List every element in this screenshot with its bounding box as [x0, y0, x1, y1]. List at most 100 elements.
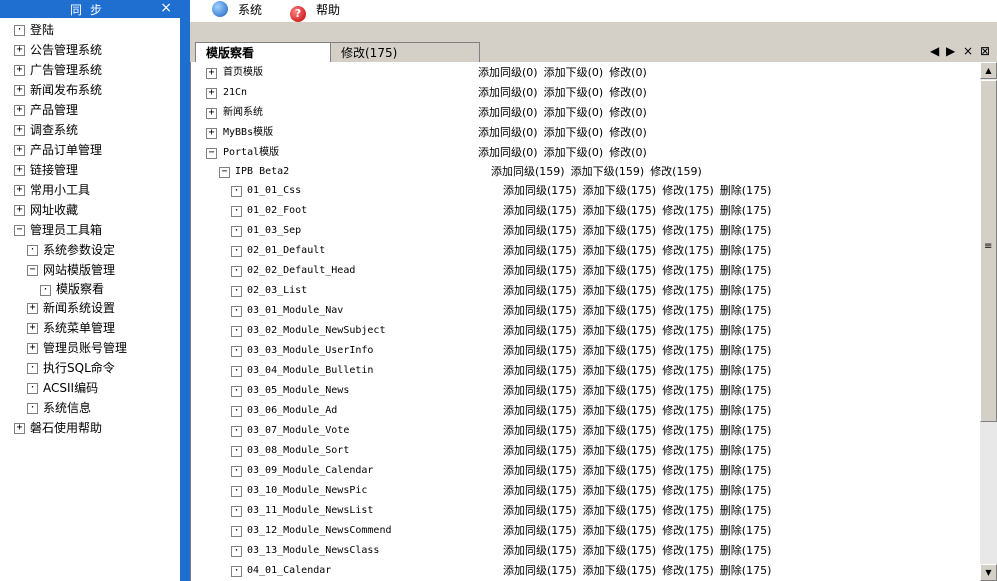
- expand-icon[interactable]: +: [14, 423, 25, 434]
- edit-link[interactable]: 修改(175): [662, 404, 714, 417]
- add-sibling-link[interactable]: 添加同级(175): [503, 484, 577, 497]
- delete-link[interactable]: 删除(175): [720, 564, 772, 577]
- template-name[interactable]: 03_13_Module_NewsClass: [247, 541, 379, 561]
- add-sibling-link[interactable]: 添加同级(175): [503, 264, 577, 277]
- add-child-link[interactable]: 添加下级(175): [583, 364, 657, 377]
- delete-link[interactable]: 删除(175): [720, 304, 772, 317]
- leaf-icon[interactable]: ·: [231, 266, 242, 277]
- template-name[interactable]: IPB Beta2: [235, 163, 289, 181]
- delete-link[interactable]: 删除(175): [720, 404, 772, 417]
- leaf-icon[interactable]: ·: [231, 546, 242, 557]
- leaf-icon[interactable]: ·: [231, 186, 242, 197]
- leaf-icon[interactable]: ·: [231, 526, 242, 537]
- delete-link[interactable]: 删除(175): [720, 244, 772, 257]
- add-sibling-link[interactable]: 添加同级(0): [478, 106, 538, 119]
- add-sibling-link[interactable]: 添加同级(175): [503, 464, 577, 477]
- template-name[interactable]: 03_07_Module_Vote: [247, 421, 349, 441]
- add-child-link[interactable]: 添加下级(175): [583, 464, 657, 477]
- edit-link[interactable]: 修改(175): [662, 184, 714, 197]
- edit-link[interactable]: 修改(175): [662, 344, 714, 357]
- collapse-icon[interactable]: −: [206, 148, 217, 159]
- add-sibling-link[interactable]: 添加同级(175): [503, 384, 577, 397]
- delete-link[interactable]: 删除(175): [720, 184, 772, 197]
- sidebar-item[interactable]: − 管理员工具箱: [0, 220, 180, 240]
- template-name[interactable]: 03_12_Module_NewsCommend: [247, 521, 392, 541]
- add-child-link[interactable]: 添加下级(0): [544, 106, 604, 119]
- template-name[interactable]: 01_03_Sep: [247, 221, 301, 241]
- add-sibling-link[interactable]: 添加同级(175): [503, 304, 577, 317]
- delete-link[interactable]: 删除(175): [720, 464, 772, 477]
- sidebar-item[interactable]: · 系统信息: [0, 398, 180, 418]
- delete-link[interactable]: 删除(175): [720, 344, 772, 357]
- add-sibling-link[interactable]: 添加同级(175): [503, 444, 577, 457]
- leaf-icon[interactable]: ·: [231, 426, 242, 437]
- delete-link[interactable]: 删除(175): [720, 424, 772, 437]
- add-child-link[interactable]: 添加下级(175): [583, 224, 657, 237]
- sidebar-item[interactable]: + 系统菜单管理: [0, 318, 180, 338]
- add-sibling-link[interactable]: 添加同级(0): [478, 86, 538, 99]
- template-name[interactable]: 21Cn: [223, 83, 247, 103]
- sidebar-item[interactable]: + 常用小工具: [0, 180, 180, 200]
- leaf-icon[interactable]: ·: [14, 25, 25, 36]
- leaf-icon[interactable]: ·: [231, 446, 242, 457]
- add-sibling-link[interactable]: 添加同级(175): [503, 344, 577, 357]
- scroll-down-button[interactable]: ▼: [980, 564, 997, 581]
- delete-link[interactable]: 删除(175): [720, 284, 772, 297]
- add-sibling-link[interactable]: 添加同级(175): [503, 524, 577, 537]
- collapse-icon[interactable]: −: [27, 265, 38, 276]
- edit-link[interactable]: 修改(0): [609, 126, 647, 139]
- tab-close-all-icon[interactable]: ⊠: [980, 44, 990, 58]
- edit-link[interactable]: 修改(175): [662, 504, 714, 517]
- template-name[interactable]: 04_01_Calendar: [247, 561, 331, 581]
- leaf-icon[interactable]: ·: [27, 383, 38, 394]
- edit-link[interactable]: 修改(175): [662, 444, 714, 457]
- expand-icon[interactable]: +: [14, 45, 25, 56]
- scroll-thumb[interactable]: ≡: [980, 80, 997, 422]
- add-child-link[interactable]: 添加下级(175): [583, 404, 657, 417]
- template-name[interactable]: 03_11_Module_NewsList: [247, 501, 373, 521]
- add-child-link[interactable]: 添加下级(0): [544, 86, 604, 99]
- delete-link[interactable]: 删除(175): [720, 204, 772, 217]
- edit-link[interactable]: 修改(0): [609, 146, 647, 159]
- splitter[interactable]: [180, 0, 190, 581]
- template-name[interactable]: 03_08_Module_Sort: [247, 441, 349, 461]
- leaf-icon[interactable]: ·: [231, 346, 242, 357]
- expand-icon[interactable]: +: [14, 205, 25, 216]
- collapse-icon[interactable]: −: [14, 225, 25, 236]
- add-child-link[interactable]: 添加下级(0): [544, 146, 604, 159]
- edit-link[interactable]: 修改(0): [609, 66, 647, 79]
- tab-close-icon[interactable]: ×: [963, 44, 973, 58]
- add-sibling-link[interactable]: 添加同级(175): [503, 564, 577, 577]
- expand-icon[interactable]: +: [27, 323, 38, 334]
- add-sibling-link[interactable]: 添加同级(159): [491, 165, 565, 178]
- leaf-icon[interactable]: ·: [231, 306, 242, 317]
- leaf-icon[interactable]: ·: [231, 366, 242, 377]
- tab-template-view[interactable]: 模版察看: [195, 42, 332, 63]
- template-name[interactable]: 02_01_Default: [247, 241, 325, 261]
- template-name[interactable]: 03_03_Module_UserInfo: [247, 341, 373, 361]
- add-sibling-link[interactable]: 添加同级(0): [478, 146, 538, 159]
- template-name[interactable]: MyBBs模版: [223, 123, 273, 143]
- add-sibling-link[interactable]: 添加同级(175): [503, 364, 577, 377]
- add-child-link[interactable]: 添加下级(175): [583, 564, 657, 577]
- template-name[interactable]: 03_01_Module_Nav: [247, 301, 343, 321]
- add-child-link[interactable]: 添加下级(175): [583, 324, 657, 337]
- expand-icon[interactable]: +: [14, 65, 25, 76]
- add-sibling-link[interactable]: 添加同级(175): [503, 504, 577, 517]
- tab-prev-icon[interactable]: ◀: [930, 44, 939, 58]
- close-icon[interactable]: ×: [160, 0, 172, 16]
- add-child-link[interactable]: 添加下级(175): [583, 344, 657, 357]
- add-sibling-link[interactable]: 添加同级(0): [478, 66, 538, 79]
- help-menu[interactable]: ? 帮助: [290, 0, 340, 22]
- expand-icon[interactable]: +: [14, 165, 25, 176]
- expand-icon[interactable]: +: [14, 85, 25, 96]
- add-sibling-link[interactable]: 添加同级(175): [503, 324, 577, 337]
- edit-link[interactable]: 修改(175): [662, 424, 714, 437]
- add-sibling-link[interactable]: 添加同级(175): [503, 204, 577, 217]
- add-child-link[interactable]: 添加下级(175): [583, 304, 657, 317]
- tab-edit[interactable]: 修改(175): [330, 42, 480, 63]
- add-sibling-link[interactable]: 添加同级(175): [503, 224, 577, 237]
- template-name[interactable]: 02_02_Default_Head: [247, 261, 355, 281]
- template-name[interactable]: 03_10_Module_NewsPic: [247, 481, 367, 501]
- expand-icon[interactable]: +: [27, 303, 38, 314]
